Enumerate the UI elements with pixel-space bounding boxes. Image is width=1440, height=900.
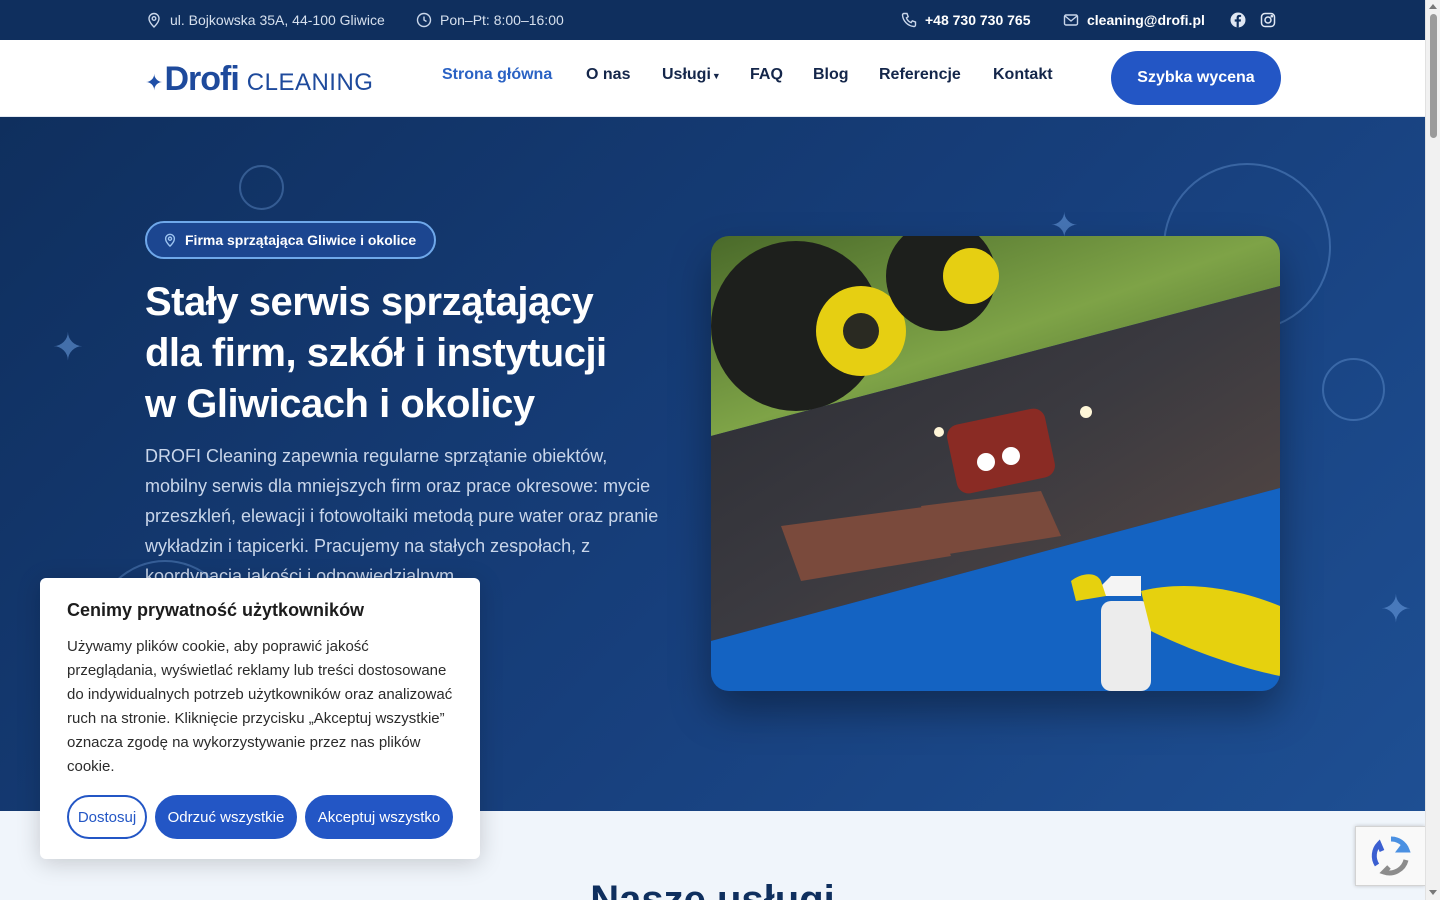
hero-title-line: Stały serwis sprzątający — [145, 280, 594, 324]
scroll-down-arrow-icon[interactable] — [1429, 890, 1437, 895]
caret-down-icon: ▼ — [711, 71, 721, 81]
reject-all-button[interactable]: Odrzuć wszystkie — [155, 795, 297, 839]
hero-title-line: dla firm, szkół i instytucji — [145, 331, 607, 375]
hero-description: DROFI Cleaning zapewnia regularne sprząt… — [145, 446, 659, 586]
decor-circle — [239, 165, 284, 210]
cookie-consent-dialog: Cenimy prywatność użytkowników Używamy p… — [40, 578, 480, 859]
nav-link-about[interactable]: O nas — [586, 66, 630, 84]
site-logo[interactable]: ✦ Drofi CLEANING — [145, 60, 373, 100]
instagram-icon[interactable] — [1260, 12, 1276, 28]
hero-title: Stały serwis sprzątający dla firm, szkół… — [145, 277, 665, 430]
email-text[interactable]: cleaning@drofi.pl — [1087, 12, 1205, 28]
location-badge: Firma sprzątająca Gliwice i okolice — [145, 221, 437, 259]
sparkle-icon: ✦ — [1380, 589, 1412, 631]
top-bar: ul. Bojkowska 35A, 44-100 Gliwice Pon–Pt… — [0, 0, 1425, 40]
email-link[interactable]: cleaning@drofi.pl — [1063, 0, 1205, 40]
address-info: ul. Bojkowska 35A, 44-100 Gliwice — [146, 0, 385, 40]
badge-text: Firma sprzątająca Gliwice i okolice — [185, 232, 417, 248]
address-text: ul. Bojkowska 35A, 44-100 Gliwice — [170, 12, 385, 28]
hero-title-line: w Gliwicach i okolicy — [145, 382, 535, 426]
accept-all-button[interactable]: Akceptuj wszystko — [305, 795, 453, 839]
hours-text: Pon–Pt: 8:00–16:00 — [440, 12, 564, 28]
collage-graphic — [711, 236, 1280, 691]
decor-circle — [1322, 358, 1385, 421]
nav-link-faq[interactable]: FAQ — [750, 66, 783, 84]
recaptcha-icon — [1371, 836, 1411, 876]
map-pin-icon — [148, 12, 160, 28]
sparkle-icon: ✦ — [145, 70, 164, 95]
hours-info: Pon–Pt: 8:00–16:00 — [416, 0, 564, 40]
scrollbar-thumb[interactable] — [1430, 14, 1437, 138]
sparkle-icon: ✦ — [52, 327, 84, 369]
clock-icon — [416, 12, 432, 28]
scroll-up-arrow-icon[interactable] — [1429, 4, 1437, 9]
page-scrollbar[interactable] — [1425, 0, 1440, 900]
phone-text[interactable]: +48 730 730 765 — [925, 12, 1031, 28]
cookie-title: Cenimy prywatność użytkowników — [67, 600, 365, 620]
phone-link[interactable]: +48 730 730 765 — [901, 0, 1031, 40]
services-section-title: Nasze usługi — [590, 878, 835, 900]
logo-brand: Drofi — [164, 60, 239, 98]
mail-icon — [1063, 14, 1079, 26]
nav-link-contact[interactable]: Kontakt — [993, 66, 1053, 84]
nav-link-services-label: Usługi — [662, 66, 711, 83]
logo-sub: CLEANING — [246, 69, 374, 96]
nav-link-references[interactable]: Referencje — [879, 66, 961, 84]
nav-link-home[interactable]: Strona główna — [442, 66, 552, 84]
nav-link-services[interactable]: Usługi▼ — [662, 66, 721, 84]
phone-icon — [901, 12, 917, 28]
main-navbar: ✦ Drofi CLEANING Strona główna O nas Usł… — [0, 40, 1425, 117]
hero-collage-image — [711, 236, 1280, 691]
recaptcha-badge[interactable] — [1355, 826, 1425, 886]
customize-button[interactable]: Dostosuj — [67, 795, 147, 839]
map-pin-icon — [164, 233, 176, 247]
facebook-icon[interactable] — [1230, 12, 1246, 28]
quick-quote-button[interactable]: Szybka wycena — [1111, 51, 1281, 105]
cookie-text: Używamy plików cookie, aby poprawić jako… — [67, 638, 453, 775]
nav-link-blog[interactable]: Blog — [813, 66, 849, 84]
